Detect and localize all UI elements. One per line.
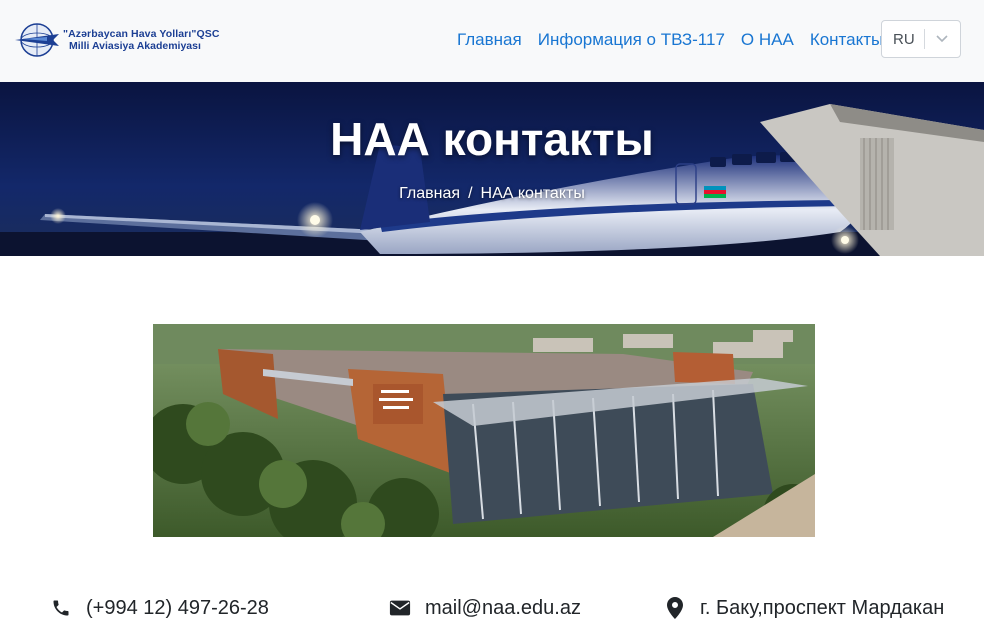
contacts-row: (+994 12) 497-26-28 mail@naa.edu.az г. Б… bbox=[0, 592, 984, 624]
map-marker-icon bbox=[664, 597, 686, 619]
hero-airplane-image bbox=[0, 82, 984, 256]
logo-emblem-icon bbox=[15, 23, 59, 57]
nav-link-home[interactable]: Главная bbox=[457, 30, 522, 50]
contact-email[interactable]: mail@naa.edu.az bbox=[389, 592, 581, 624]
contact-phone[interactable]: (+994 12) 497-26-28 bbox=[50, 592, 269, 624]
academy-logo[interactable]: "Azərbaycan Hava Yolları"QSC Milli Avias… bbox=[13, 20, 220, 60]
breadcrumb: Главная / НАА контакты bbox=[0, 185, 984, 203]
logo-academy-name: Milli Aviasiya Akademiyası bbox=[69, 40, 201, 52]
envelope-icon bbox=[389, 597, 411, 619]
nav-link-contacts[interactable]: Контакты bbox=[810, 30, 883, 50]
chevron-down-icon[interactable] bbox=[925, 21, 960, 57]
nav-link-about[interactable]: О НАА bbox=[741, 30, 794, 50]
breadcrumb-home-link[interactable]: Главная bbox=[399, 185, 460, 202]
main-navigation: Главная Информация о ТВЗ-117 О НАА Конта… bbox=[457, 30, 883, 50]
contact-address-text: г. Баку,проспект Мардакан bbox=[700, 596, 945, 619]
nav-link-tv3-info[interactable]: Информация о ТВЗ-117 bbox=[538, 30, 725, 50]
contact-address[interactable]: г. Баку,проспект Мардакан bbox=[664, 592, 944, 624]
logo-company-name: "Azərbaycan Hava Yolları"QSC bbox=[63, 28, 220, 40]
language-select[interactable]: RU bbox=[881, 20, 961, 58]
phone-icon bbox=[50, 597, 72, 619]
site-header: "Azərbaycan Hava Yolları"QSC Milli Avias… bbox=[0, 0, 984, 82]
language-select-value: RU bbox=[893, 30, 915, 48]
breadcrumb-current: НАА контакты bbox=[480, 185, 585, 202]
contact-email-link[interactable]: mail@naa.edu.az bbox=[425, 597, 581, 619]
breadcrumb-separator: / bbox=[468, 185, 473, 202]
page-title: НАА контакты bbox=[330, 113, 654, 165]
contact-phone-text: (+994 12) 497-26-28 bbox=[86, 596, 269, 619]
page-hero-banner: НАА контакты Главная / НАА контакты bbox=[0, 82, 984, 256]
academy-building-photo bbox=[153, 324, 815, 537]
